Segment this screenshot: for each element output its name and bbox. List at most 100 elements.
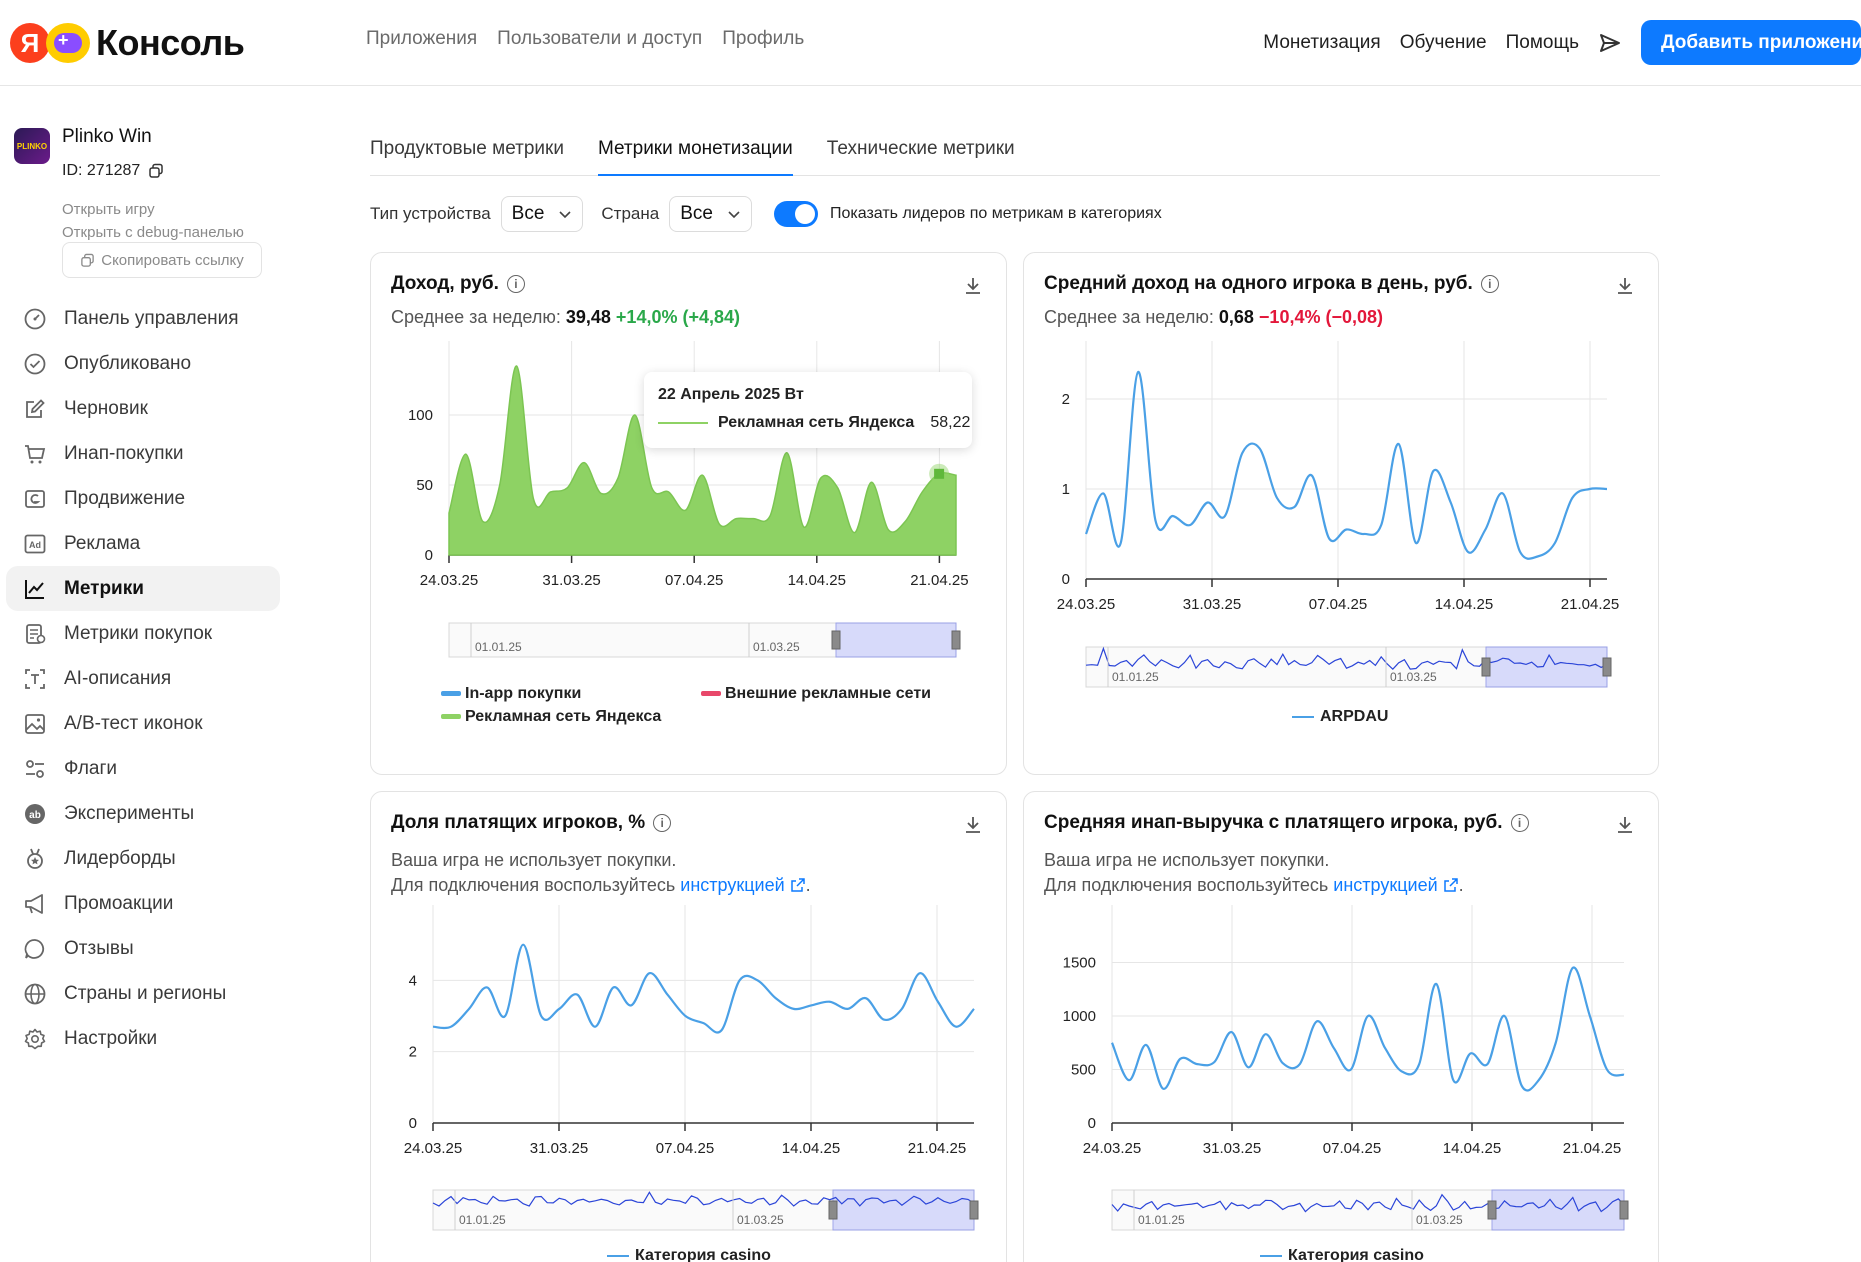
open-debug-link[interactable]: Открыть с debug-панелью — [62, 221, 244, 244]
sidebar-item-label: A/B-тест иконок — [64, 712, 203, 734]
device-select-value: Все — [511, 203, 545, 224]
tooltip-date: 22 Апрель 2025 Вт — [658, 386, 804, 403]
navigator-date-label: 01.03.25 — [1390, 670, 1437, 684]
navigator-date-label: 01.03.25 — [1416, 1213, 1463, 1227]
x-tick-label: 07.04.25 — [1309, 596, 1367, 613]
open-game-link[interactable]: Открыть игру — [62, 198, 244, 221]
navigator-handle[interactable] — [969, 1200, 979, 1220]
sidebar-item-label: Черновик — [64, 397, 148, 419]
tooltip-series-name: Рекламная сеть Яндекса — [718, 414, 915, 431]
navigator-handle[interactable] — [951, 630, 961, 650]
leaders-toggle-label: Показать лидеров по метрикам в категория… — [829, 205, 1162, 222]
tab-product-metrics[interactable]: Продуктовые метрики — [370, 124, 564, 176]
sidebar-item-ai-descriptions[interactable]: AI-описания — [6, 656, 280, 701]
arppu-chart[interactable]: 0 500 1000 1500 24.03.25 31.03.25 07.04.25 14.0… — [1024, 792, 1659, 1262]
sidebar-item-icon-ab-test[interactable]: A/B-тест иконок — [6, 701, 280, 746]
copy-link-label: Скопировать ссылку — [101, 251, 244, 269]
sidebar-item-countries[interactable]: Страны и регионы — [6, 971, 280, 1016]
sidebar-item-flags[interactable]: Флаги — [6, 746, 280, 791]
yandex-logo-icon: Я — [10, 23, 50, 63]
sidebar-item-label: Реклама — [64, 532, 141, 554]
navigator-handle[interactable] — [1619, 1200, 1629, 1220]
add-app-button[interactable]: Добавить приложение — [1641, 20, 1861, 65]
paying-share-chart[interactable]: 0 2 4 24.03.25 31.03.25 07.04.25 14.04.25 21.04… — [371, 792, 1007, 1262]
sidebar-item-reviews[interactable]: Отзывы — [6, 926, 280, 971]
y-tick-label: 0 — [409, 1115, 417, 1132]
gamepad-logo-icon — [46, 23, 90, 63]
sidebar-item-label: Опубликовано — [64, 352, 192, 374]
device-select[interactable]: Все — [500, 196, 584, 232]
nav-help[interactable]: Помощь — [1506, 32, 1579, 54]
chat-icon — [22, 936, 48, 962]
x-tick-label: 14.04.25 — [788, 572, 846, 589]
svg-text:ab: ab — [29, 810, 41, 821]
sidebar-item-leaderboards[interactable]: Лидерборды — [6, 836, 280, 881]
legend-swatch — [701, 691, 721, 697]
nav-monetization[interactable]: Монетизация — [1263, 32, 1380, 54]
gear-icon — [22, 1026, 48, 1052]
arpdau-chart[interactable]: 0 1 2 24.03.25 31.03.25 07.04.25 14.04.25 21.04… — [1024, 253, 1659, 775]
navigator-handle[interactable] — [831, 630, 841, 650]
sidebar-item-label: Страны и регионы — [64, 982, 227, 1004]
sidebar-item-label: Лидерборды — [64, 847, 176, 869]
sidebar-item-experiments[interactable]: ab Эксперименты — [6, 791, 280, 836]
navigator-handle[interactable] — [1602, 657, 1612, 677]
sidebar-item-inapp[interactable]: Инап-покупки — [6, 431, 280, 476]
country-select[interactable]: Все — [669, 196, 752, 232]
paying-share-card: Доля платящих игроков, % i Ваша игра не … — [370, 791, 1007, 1262]
series-line — [432, 943, 975, 1034]
sidebar-item-promotion[interactable]: Продвижение — [6, 476, 280, 521]
legend-item-arpdau[interactable]: ARPDAU — [1292, 708, 1388, 726]
chart-tooltip: 22 Апрель 2025 Вт Рекламная сеть Яндекса… — [644, 372, 972, 448]
tab-technical-metrics[interactable]: Технические метрики — [827, 124, 1015, 176]
promotion-icon — [22, 486, 48, 512]
sidebar-item-dashboard[interactable]: Панель управления — [6, 296, 280, 341]
country-filter-label: Страна — [601, 204, 660, 223]
ai-text-icon — [22, 666, 48, 692]
navigator-date-label: 01.03.25 — [753, 640, 800, 654]
sidebar-item-promo[interactable]: Промоакции — [6, 881, 280, 926]
y-tick-label: 500 — [1071, 1062, 1096, 1079]
tab-monetization-metrics[interactable]: Метрики монетизации — [597, 124, 793, 176]
legend-item-external[interactable]: Внешние рекламные сети — [701, 685, 931, 703]
medal-icon — [22, 846, 48, 872]
image-icon — [22, 711, 48, 737]
leaders-toggle[interactable] — [773, 201, 818, 227]
sidebar-item-ads[interactable]: Ad Реклама — [6, 521, 280, 566]
navigator-handle[interactable] — [1481, 657, 1491, 677]
nav-learning[interactable]: Обучение — [1400, 32, 1487, 54]
sidebar-item-purchase-metrics[interactable]: Метрики покупок — [6, 611, 280, 656]
legend-item-casino[interactable]: Категория casino — [607, 1247, 771, 1262]
x-tick-label: 14.04.25 — [1435, 596, 1493, 613]
svg-text:Ad: Ad — [29, 540, 41, 550]
legend-label: In-app покупки — [465, 685, 582, 702]
nav-users-access[interactable]: Пользователи и доступ — [497, 28, 702, 50]
logo-text: Консоль — [96, 22, 245, 63]
app-id: ID: 271287 — [62, 162, 164, 180]
nav-profile[interactable]: Профиль — [722, 28, 804, 50]
copy-link-button[interactable]: Скопировать ссылку — [62, 242, 262, 278]
sidebar-item-published[interactable]: Опубликовано — [6, 341, 280, 386]
navigator-date-label: 01.01.25 — [459, 1213, 506, 1227]
nav-applications[interactable]: Приложения — [366, 28, 477, 50]
navigator-handle[interactable] — [1487, 1200, 1497, 1220]
revenue-card: Доход, руб. i Среднее за неделю: 39,48 +… — [370, 252, 1007, 775]
navigator-selection — [835, 622, 957, 658]
sidebar-item-draft[interactable]: Черновик — [6, 386, 280, 431]
sidebar-item-settings[interactable]: Настройки — [6, 1016, 280, 1061]
legend-item-yandex[interactable]: Рекламная сеть Яндекса — [441, 708, 661, 726]
legend-swatch — [1292, 715, 1314, 718]
sidebar-item-label: Продвижение — [64, 487, 186, 509]
send-feedback-icon[interactable] — [1598, 31, 1622, 55]
dashboard-icon — [22, 306, 48, 332]
app-id-text: ID: 271287 — [62, 162, 141, 179]
console-logo[interactable]: Я Консоль — [10, 22, 245, 64]
arpdau-card: Средний доход на одного игрока в день, р… — [1023, 252, 1659, 775]
navigator-handle[interactable] — [828, 1200, 838, 1220]
top-right-nav: Монетизация Обучение Помощь Добавить при… — [1263, 20, 1861, 65]
x-tick-label: 31.03.25 — [530, 1140, 588, 1157]
copy-id-icon[interactable] — [148, 163, 164, 179]
legend-item-inapp[interactable]: In-app покупки — [441, 685, 581, 703]
sidebar-item-metrics[interactable]: Метрики — [6, 566, 280, 611]
legend-item-casino[interactable]: Категория casino — [1260, 1247, 1424, 1262]
